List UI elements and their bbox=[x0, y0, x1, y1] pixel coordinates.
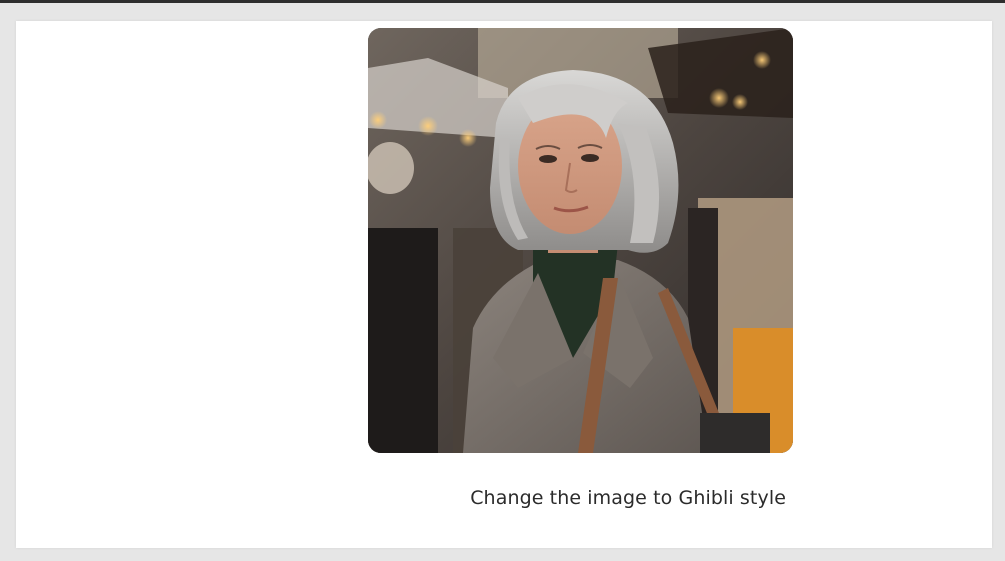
window-top-edge bbox=[0, 0, 1005, 3]
chat-panel: Change the image to Ghibli style bbox=[16, 21, 992, 548]
user-uploaded-image[interactable] bbox=[368, 28, 793, 453]
user-prompt-message: Change the image to Ghibli style bbox=[470, 487, 786, 509]
woman-portrait-image bbox=[368, 28, 793, 453]
